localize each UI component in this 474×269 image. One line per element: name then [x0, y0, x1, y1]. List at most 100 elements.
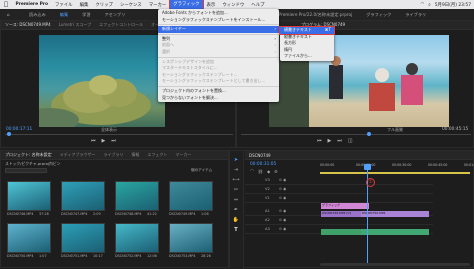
- track-toggle-icon[interactable]: ⊙ ◉: [279, 209, 286, 213]
- new-layer-item[interactable]: 長方形: [280, 40, 334, 47]
- step-forward-icon[interactable]: ⏭: [111, 138, 116, 144]
- search-icon[interactable]: ⌕: [428, 2, 430, 8]
- tab-markers[interactable]: マーカー: [171, 152, 195, 158]
- wifi-icon[interactable]: ◠: [420, 2, 424, 7]
- tab-source[interactable]: ソース: DSCN0749.MP4: [1, 22, 55, 28]
- graphics-menu-item[interactable]: Adobe Fonts からフォントを追加...: [158, 10, 279, 17]
- track-toggle-icon[interactable]: ⊙ ◉: [279, 178, 286, 182]
- clip-thumbnail[interactable]: [7, 223, 51, 253]
- step-back-icon[interactable]: ⏮: [91, 138, 96, 144]
- graphics-menu-item[interactable]: モーショングラフィックステンプレートをインストール...: [158, 17, 279, 24]
- tab-lumetri[interactable]: Lumetri スコープ: [55, 22, 95, 28]
- track-toggle-icon[interactable]: ⊙ ◉: [279, 196, 286, 200]
- timeline-track[interactable]: V3 ⊙ ◉: [245, 177, 433, 185]
- menu-help[interactable]: ヘルプ: [248, 2, 268, 8]
- workspace-import[interactable]: 読み込み: [22, 12, 53, 18]
- clip-thumbnail[interactable]: [169, 181, 213, 211]
- snap-icon[interactable]: ⌒: [250, 169, 254, 175]
- workspace-graphics[interactable]: グラフィック: [359, 12, 398, 18]
- source-scrubber[interactable]: [5, 134, 233, 135]
- clip-duration: 37:28: [39, 212, 49, 216]
- type-tool-icon[interactable]: T: [232, 227, 240, 235]
- track-toggle-icon[interactable]: ⊙ ◉: [279, 227, 286, 231]
- tab-media-browser[interactable]: メディアブラウザー: [56, 152, 100, 158]
- pen-icon[interactable]: ✒: [232, 207, 240, 215]
- workspace-learn[interactable]: 学習: [75, 12, 97, 18]
- app-menu[interactable]: Premiere Pro: [12, 2, 52, 7]
- link-icon[interactable]: ⛓: [258, 169, 263, 175]
- wrench-icon[interactable]: ⚙: [274, 169, 278, 175]
- graphics-menu-item[interactable]: 整列 ›: [158, 36, 279, 43]
- clip-a1b[interactable]: [361, 229, 429, 235]
- tab-info[interactable]: 情報: [127, 152, 143, 158]
- track-toggle-icon[interactable]: ⊙ ◉: [279, 218, 286, 222]
- workspace-assembly[interactable]: アセンブリ: [98, 12, 133, 18]
- clip-duration: 2:09: [93, 212, 101, 216]
- clip-v1b[interactable]: DSCN0750.MP4: [361, 211, 429, 217]
- graphics-menu-item[interactable]: 選択 ›: [158, 49, 279, 56]
- workspace-edit[interactable]: 編集: [53, 12, 75, 18]
- clip-a1[interactable]: [321, 229, 361, 235]
- home-icon[interactable]: ⌂: [0, 12, 22, 17]
- source-fit[interactable]: 全体表示: [101, 127, 117, 133]
- menu-file[interactable]: ファイル: [52, 2, 77, 8]
- graphics-menu-item[interactable]: プロジェクト内のフォントを置換...: [158, 88, 279, 95]
- graphics-menu-item[interactable]: 見つからないフォントを解決...: [158, 95, 279, 102]
- play-icon[interactable]: ▶: [102, 138, 106, 144]
- menu-sequence[interactable]: シーケンス: [116, 2, 145, 8]
- tab-effects[interactable]: エフェクト: [143, 152, 171, 158]
- graphics-menu-item[interactable]: 新規レイヤー ›: [158, 26, 279, 33]
- new-layer-item[interactable]: 横書きテキスト ⌘T: [279, 26, 335, 35]
- clip-thumbnail[interactable]: [115, 181, 159, 211]
- track-toggle-icon[interactable]: ⊙ ◉: [279, 187, 286, 191]
- hand-icon[interactable]: ✋: [232, 217, 240, 225]
- clip-thumbnail[interactable]: [61, 223, 105, 253]
- selection-tool-icon[interactable]: ➤: [232, 157, 240, 165]
- clip-v1[interactable]: DSCN0749.MP4 [V]: [321, 211, 361, 217]
- project-tabs: プロジェクト: 名称未設定 メディアブラウザー ライブラリ 情報 エフェクト マ…: [1, 151, 228, 160]
- camera-icon[interactable]: ◫: [348, 138, 353, 144]
- menu-clip[interactable]: クリップ: [92, 2, 117, 8]
- timeline-scrollbar[interactable]: [320, 263, 470, 266]
- timeline-panel: ➤ ⇥ ⟷ ✂ ⇔ ✒ ✋ T DSCN0749 00:00:31:05 ⌒ ⛓…: [229, 150, 474, 269]
- graphics-menu-item[interactable]: 前面へ ›: [158, 42, 279, 49]
- timeline-track[interactable]: A2 ⊙ ◉: [245, 217, 433, 225]
- program-quality[interactable]: フル画質: [387, 127, 403, 133]
- timeline-track[interactable]: V2 ⊙ ◉: [245, 186, 433, 194]
- program-scrubber[interactable]: [241, 134, 471, 135]
- tab-sequence[interactable]: DSCN0749: [245, 153, 275, 158]
- play-icon[interactable]: ▶: [328, 138, 332, 144]
- slip-icon[interactable]: ⇔: [232, 197, 240, 205]
- menu-view[interactable]: 表示: [203, 2, 219, 8]
- apple-icon[interactable]: : [0, 1, 12, 8]
- timeline-playhead[interactable]: [364, 164, 371, 170]
- project-search-input[interactable]: [5, 168, 47, 173]
- menu-graphics[interactable]: グラフィック: [168, 0, 205, 10]
- graphics-menu-item[interactable]: マスターテキストスタイルに...: [158, 65, 279, 72]
- ripple-edit-icon[interactable]: ⟷: [232, 177, 240, 185]
- clip-thumbnail[interactable]: [169, 223, 213, 253]
- track-select-icon[interactable]: ⇥: [232, 167, 240, 175]
- source-video[interactable]: [39, 35, 165, 127]
- step-forward-icon[interactable]: ⏭: [337, 138, 342, 144]
- tab-effect-controls[interactable]: エフェクトコントロール: [95, 22, 147, 28]
- marker-icon[interactable]: ◆: [267, 169, 270, 175]
- menu-marker[interactable]: マーカー: [145, 2, 170, 8]
- menu-edit[interactable]: 編集: [76, 2, 92, 8]
- clip-thumbnail[interactable]: [115, 223, 159, 253]
- tab-libraries[interactable]: ライブラリ: [99, 152, 127, 158]
- workspace-libraries[interactable]: ライブラリ: [398, 12, 433, 18]
- clip-thumbnail[interactable]: [7, 181, 51, 211]
- clip-thumbnail[interactable]: [61, 181, 105, 211]
- clip-graphic[interactable]: グラフィック: [321, 203, 369, 209]
- razor-icon[interactable]: ✂: [232, 187, 240, 195]
- new-layer-item[interactable]: ファイルから...: [280, 53, 334, 60]
- program-playhead[interactable]: [367, 132, 371, 136]
- work-area-bar[interactable]: [320, 172, 470, 174]
- tab-project[interactable]: プロジェクト: 名称未設定: [1, 152, 56, 158]
- step-back-icon[interactable]: ⏮: [317, 138, 322, 144]
- graphics-menu-item[interactable]: モーショングラフィックステンプレートとして書き出し...: [158, 78, 279, 85]
- timeline-track[interactable]: V1 ⊙ ◉: [245, 195, 433, 203]
- menu-window[interactable]: ウィンドウ: [219, 2, 248, 8]
- source-playhead[interactable]: [7, 132, 11, 136]
